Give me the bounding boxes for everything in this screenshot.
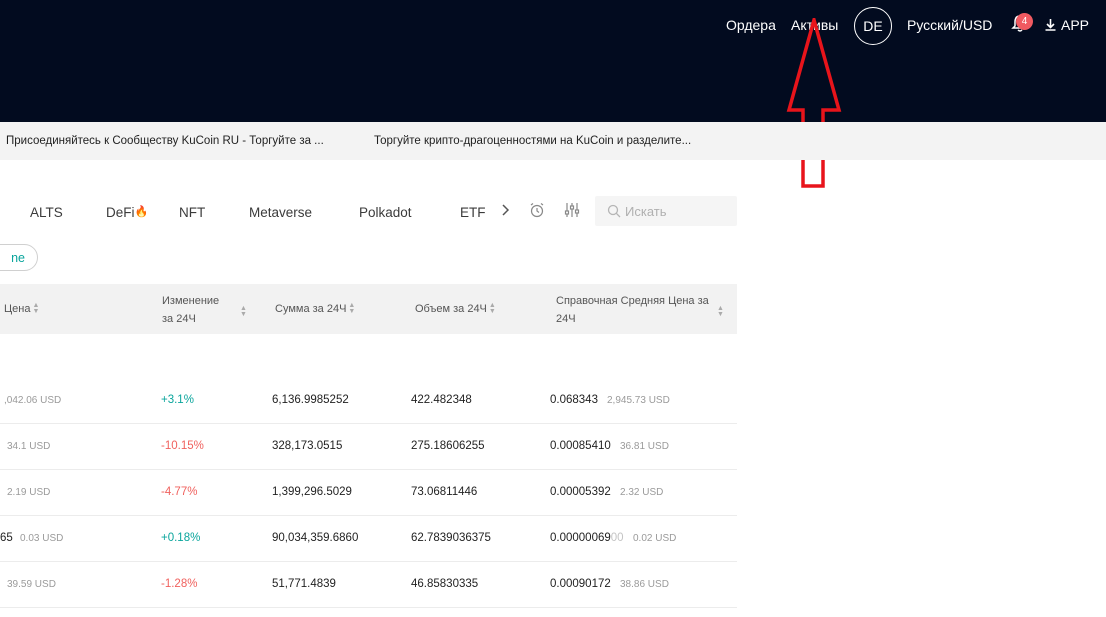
search-icon (607, 204, 621, 218)
tab-metaverse[interactable]: Metaverse (249, 205, 312, 220)
avg-price: 0.00005392 (550, 486, 611, 498)
column-header-change[interactable]: Изменение за 24Ч (162, 292, 230, 328)
change-24h: -1.28% (161, 578, 198, 590)
volume-24h: 62.7839036375 (411, 532, 491, 544)
sort-icon: ▲ ▼ (348, 302, 356, 316)
ticker-item[interactable]: Торгуйте крипто-драгоценностями на KuCoi… (374, 135, 691, 147)
tab-etf[interactable]: ETF (460, 205, 486, 220)
avg-price-usd: 2.32 USD (620, 487, 664, 498)
volume-24h: 422.482348 (411, 394, 472, 406)
avg-price-usd: 0.02 USD (633, 533, 677, 544)
nav-orders-link[interactable]: Ордера (726, 17, 776, 33)
alarm-clock-icon[interactable] (528, 201, 546, 219)
volume-24h: 46.85830335 (411, 578, 479, 590)
app-download-button[interactable]: APP (1045, 17, 1089, 33)
language-currency-selector[interactable]: Русский/USD (907, 17, 992, 33)
avg-price-trailing-digits: 00 (610, 532, 624, 544)
volume-24h: 275.18606255 (411, 440, 485, 452)
amount-24h: 6,136.9985252 (272, 394, 349, 406)
change-24h: +0.18% (161, 532, 201, 544)
sort-icon: ▲ ▼ (717, 305, 724, 318)
avg-price: 0.00090172 (550, 578, 611, 590)
column-header-label: Цена (4, 303, 31, 315)
table-row[interactable]: 34.1 USD -10.15% 328,173.0515 275.186062… (0, 424, 737, 470)
tab-defi[interactable]: DeFi🔥 (106, 205, 148, 220)
change-24h: -4.77% (161, 486, 198, 498)
change-24h: +3.1% (161, 394, 194, 406)
search-input[interactable] (625, 199, 733, 223)
amount-24h: 51,771.4839 (272, 578, 336, 590)
price-usd: 2.19 USD (7, 487, 51, 498)
avg-price: 0.0000006900 (550, 532, 624, 544)
filter-settings-icon[interactable] (563, 201, 581, 219)
nav-assets-link[interactable]: Активы (791, 17, 838, 33)
tab-polkadot[interactable]: Polkadot (359, 205, 412, 220)
column-header-volume[interactable]: Объем за 24Ч ▲ ▼ (415, 300, 496, 318)
price-usd: 39.59 USD (7, 579, 56, 590)
tab-label: DeFi (106, 205, 135, 220)
price-usd: 0.03 USD (20, 533, 64, 544)
avg-price-usd: 38.86 USD (620, 579, 669, 590)
amount-24h: 90,034,359.6860 (272, 532, 359, 544)
sort-icon: ▲ ▼ (32, 302, 40, 316)
column-header-price[interactable]: Цена ▲ ▼ (4, 300, 39, 318)
app-label: APP (1061, 17, 1090, 33)
avg-price: 0.00085410 (550, 440, 611, 452)
avg-price-usd: 36.81 USD (620, 441, 669, 452)
price-usd: ,042.06 USD (4, 395, 62, 406)
chevron-right-icon[interactable] (497, 201, 515, 219)
tab-nft[interactable]: NFT (179, 205, 205, 220)
table-row[interactable]: 2.19 USD -4.77% 1,399,296.5029 73.068114… (0, 470, 737, 516)
table-row[interactable]: ,042.06 USD +3.1% 6,136.9985252 422.4823… (0, 378, 737, 424)
table-row[interactable]: 65 0.03 USD +0.18% 90,034,359.6860 62.78… (0, 516, 737, 562)
column-header-avg-price[interactable]: Справочная Средняя Цена за 24Ч (556, 292, 712, 328)
avg-price-usd: 2,945.73 USD (607, 395, 670, 406)
ticker-item[interactable]: Присоединяйтесь к Сообществу KuCoin RU -… (6, 135, 324, 147)
amount-24h: 1,399,296.5029 (272, 486, 352, 498)
fire-icon: 🔥 (134, 206, 149, 218)
avg-price: 0.068343 (550, 394, 598, 406)
download-icon (1045, 19, 1056, 31)
column-header-label: Объем за 24Ч (415, 303, 487, 315)
volume-24h: 73.06811446 (411, 486, 478, 498)
change-24h: -10.15% (161, 440, 204, 452)
table-row[interactable]: 39.59 USD -1.28% 51,771.4839 46.85830335… (0, 562, 737, 608)
column-header-amount[interactable]: Сумма за 24Ч ▲ ▼ (275, 300, 355, 318)
price-usd: 34.1 USD (7, 441, 51, 452)
sort-icon: ▲ ▼ (240, 305, 247, 318)
price: 65 (0, 532, 13, 544)
sort-icon: ▲ ▼ (488, 302, 496, 316)
avg-price-value: 0.00000069 (550, 532, 611, 544)
amount-24h: 328,173.0515 (272, 440, 343, 452)
avatar[interactable]: DE (854, 7, 892, 45)
filter-pill[interactable]: ne (0, 244, 38, 271)
tab-alts[interactable]: ALTS (30, 205, 63, 220)
notification-count-badge: 4 (1016, 13, 1033, 30)
column-header-label: Сумма за 24Ч (275, 303, 347, 315)
